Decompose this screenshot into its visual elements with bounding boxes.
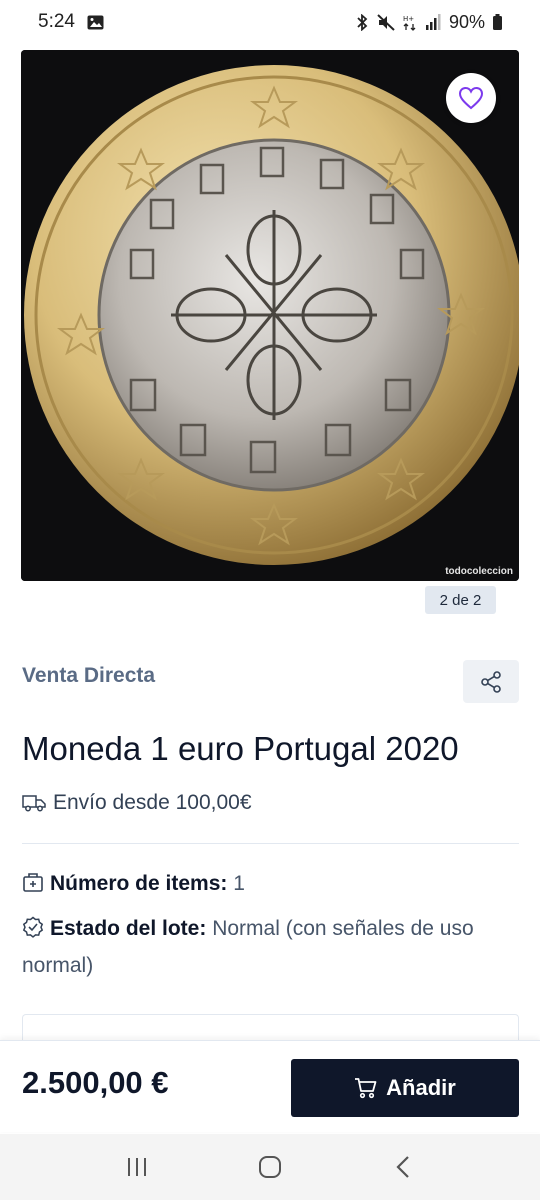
battery-icon <box>493 14 502 30</box>
heart-icon <box>458 86 484 110</box>
product-title: Moneda 1 euro Portugal 2020 <box>22 730 459 767</box>
lot-state: Estado del lote: Normal (con señales de … <box>22 912 522 983</box>
share-button[interactable] <box>463 660 519 703</box>
price: 2.500,00 € <box>22 1065 169 1100</box>
package-icon <box>22 870 44 904</box>
truck-icon <box>22 795 46 812</box>
sale-type: Venta Directa <box>22 664 156 687</box>
favorite-button[interactable] <box>446 73 496 123</box>
bluetooth-icon <box>355 13 369 31</box>
back-button[interactable] <box>373 1142 433 1192</box>
status-time: 5:24 <box>38 11 75 32</box>
divider <box>22 843 519 844</box>
watermark: todocoleccion <box>445 566 513 577</box>
coin-image <box>21 50 519 581</box>
home-button[interactable] <box>240 1142 300 1192</box>
back-icon <box>396 1156 410 1178</box>
image-icon <box>87 15 104 30</box>
share-icon <box>481 670 501 693</box>
mute-icon <box>377 13 395 31</box>
buy-bar: 2.500,00 € Añadir <box>0 1040 540 1132</box>
battery-percent: 90% <box>448 11 485 32</box>
cart-icon <box>355 1078 377 1099</box>
recent-apps-button[interactable] <box>107 1142 167 1192</box>
add-label: Añadir <box>386 1075 456 1100</box>
state-label: Estado del lote: <box>50 917 207 940</box>
status-bar: 5:24 H+ 90% <box>0 0 540 44</box>
signal-icon <box>425 14 441 30</box>
verified-badge-icon <box>22 915 44 949</box>
data-icon: H+ <box>403 14 417 31</box>
recent-apps-icon <box>127 1158 146 1176</box>
items-value: 1 <box>227 872 245 895</box>
shipping-text: Envío desde 100,00€ <box>53 791 252 814</box>
image-counter: 2 de 2 <box>425 586 496 614</box>
product-image[interactable]: todocoleccion <box>21 50 519 581</box>
items-count: Número de items: 1 <box>22 867 245 904</box>
shipping-info: Envío desde 100,00€ <box>22 791 252 815</box>
items-label: Número de items: <box>50 872 228 895</box>
home-icon <box>258 1156 281 1178</box>
svg-text:H+: H+ <box>403 15 414 23</box>
system-nav-bar <box>0 1134 540 1200</box>
add-to-cart-button[interactable]: Añadir <box>291 1059 519 1117</box>
